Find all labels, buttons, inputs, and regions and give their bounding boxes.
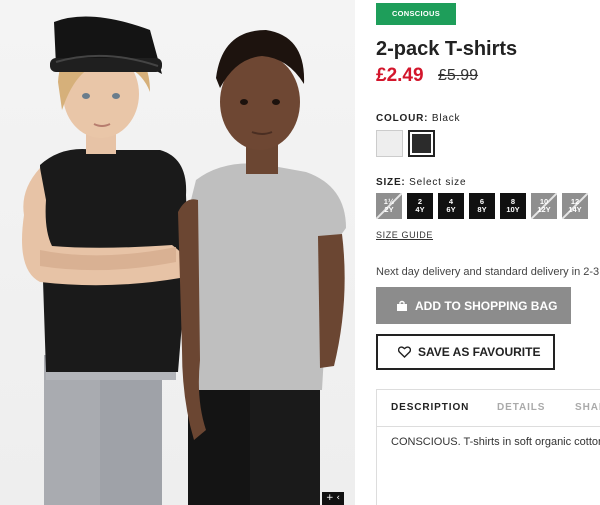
tab-share[interactable]: SHAR	[575, 402, 600, 413]
model-right	[178, 30, 346, 505]
add-to-bag-label: ADD TO SHOPPING BAG	[415, 298, 558, 313]
sale-price: £2.49	[376, 65, 424, 86]
size-option-10-12y[interactable]: 10 12Y	[531, 193, 557, 219]
colour-swatch-light-grey[interactable]	[376, 130, 403, 157]
add-to-bag-button[interactable]: ADD TO SHOPPING BAG	[376, 287, 571, 324]
size-hint: Select size	[409, 177, 467, 188]
tab-description[interactable]: DESCRIPTION	[391, 402, 469, 413]
colour-swatch-black[interactable]	[408, 130, 435, 157]
colour-selected-value: Black	[431, 113, 461, 124]
product-title: 2-pack T-shirts	[376, 38, 518, 60]
size-option-8-10y[interactable]: 8 10Y	[500, 193, 526, 219]
colour-label: COLOUR: Black	[376, 113, 460, 124]
delivery-info: Next day delivery and standard delivery …	[376, 266, 600, 278]
heart-icon	[398, 346, 411, 358]
product-photo[interactable]: + ‹	[0, 0, 355, 505]
colour-label-key: COLOUR:	[376, 113, 429, 124]
size-guide-link[interactable]: SIZE GUIDE	[376, 230, 433, 240]
save-favourite-button[interactable]: SAVE AS FAVOURITE	[376, 334, 555, 370]
product-tabs: DESCRIPTION DETAILS SHAR	[376, 389, 600, 427]
model-left	[22, 16, 188, 505]
tab-details[interactable]: DETAILS	[497, 402, 545, 413]
size-option-2-4y[interactable]: 2 4Y	[407, 193, 433, 219]
colour-swatch-fill	[377, 131, 402, 156]
description-text: CONSCIOUS. T-shirts in soft organic cott…	[391, 436, 600, 448]
size-option-6-8y[interactable]: 6 8Y	[469, 193, 495, 219]
size-option-bottom: 10Y	[506, 205, 520, 214]
size-option-bottom: 4Y	[415, 205, 425, 214]
original-price: £5.99	[438, 67, 479, 84]
size-option-12-14y[interactable]: 12 14Y	[562, 193, 588, 219]
product-info-panel: CONSCIOUS 2-pack T-shirts £2.49 £5.99 CO…	[376, 0, 600, 505]
size-option-bottom: 6Y	[446, 205, 456, 214]
size-option-bottom: 12Y	[537, 205, 551, 214]
tab-content-description: CONSCIOUS. T-shirts in soft organic cott…	[376, 426, 600, 505]
size-label-key: SIZE:	[376, 177, 406, 188]
save-favourite-label: SAVE AS FAVOURITE	[418, 345, 541, 359]
shopping-bag-icon	[397, 300, 407, 311]
product-photo-illustration	[22, 16, 346, 505]
colour-swatch-fill	[412, 134, 431, 153]
size-option-bottom: 2Y	[384, 205, 394, 214]
zoom-icon[interactable]: + ‹	[322, 492, 344, 505]
size-option-bottom: 8Y	[477, 205, 487, 214]
size-option-4-6y[interactable]: 4 6Y	[438, 193, 464, 219]
size-option-bottom: 14Y	[568, 205, 582, 214]
size-label: SIZE: Select size	[376, 177, 466, 188]
size-option-1-2y[interactable]: 1½ 2Y	[376, 193, 402, 219]
conscious-badge: CONSCIOUS	[376, 3, 456, 25]
